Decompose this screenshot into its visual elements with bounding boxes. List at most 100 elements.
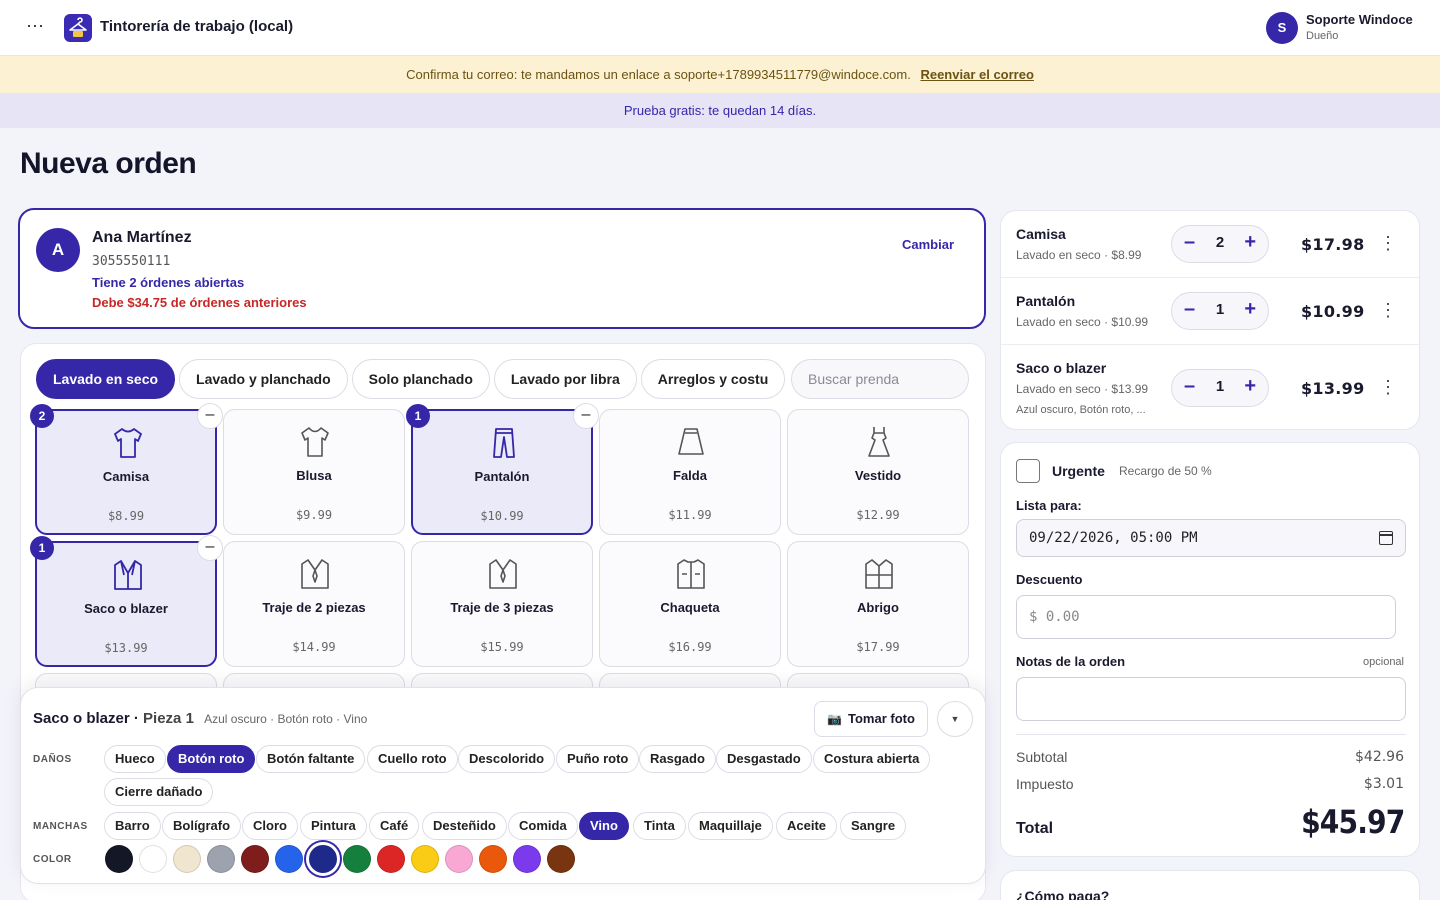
piece-detail-title: Saco o blazer · Pieza 1 Azul oscuro · Bo… xyxy=(33,710,368,727)
decrement-button[interactable]: – xyxy=(1184,298,1195,321)
increment-button[interactable]: + xyxy=(1244,298,1256,321)
color-swatch[interactable] xyxy=(275,845,303,873)
garment-price: $15.99 xyxy=(480,640,524,654)
order-item: Camisa Lavado en seco · $8.99 – 2 + $17.… xyxy=(1001,211,1419,278)
garment-tile-saco-blazer[interactable]: 1 – Saco o blazer $13.99 xyxy=(30,535,223,667)
garment-name: Blusa xyxy=(296,468,332,483)
color-swatch[interactable] xyxy=(411,845,439,873)
ready-date-label: Lista para: xyxy=(1016,498,1082,513)
payment-title: ¿Cómo paga? xyxy=(1016,888,1110,900)
more-horizontal-icon[interactable]: ⋯ xyxy=(26,16,45,37)
stain-chip[interactable]: Cloro xyxy=(242,812,298,840)
stain-chip[interactable]: Barro xyxy=(104,812,161,840)
garment-tile-pantalon[interactable]: 1 – Pantalón $10.99 xyxy=(406,403,599,535)
tab-lavado-en-seco[interactable]: Lavado en seco xyxy=(36,359,176,399)
damage-chip[interactable]: Puño roto xyxy=(556,745,640,773)
stain-chip[interactable]: Bolígrafo xyxy=(162,812,242,840)
payment-panel: ¿Cómo paga? xyxy=(1000,870,1420,900)
search-garment-input[interactable] xyxy=(791,359,969,399)
piece-item-name: Saco o blazer xyxy=(33,710,130,727)
decrement-button[interactable]: – xyxy=(197,535,223,561)
decrement-button[interactable]: – xyxy=(197,403,223,429)
service-tabs: Lavado en seco Lavado y planchado Solo pla… xyxy=(36,359,786,399)
decrement-button[interactable]: – xyxy=(573,403,599,429)
damage-chip[interactable]: Descolorido xyxy=(458,745,556,773)
chevron-down-icon[interactable]: ▼ xyxy=(937,701,973,737)
tab-arreglos[interactable]: Arreglos y costu xyxy=(640,359,786,399)
tab-lavado-por-libra[interactable]: Lavado por libra xyxy=(493,359,637,399)
more-vertical-icon[interactable]: ⋮ xyxy=(1379,233,1397,254)
suit-icon xyxy=(301,559,329,589)
garment-name: Traje de 2 piezas xyxy=(262,600,366,615)
app-logo-icon xyxy=(64,14,92,42)
user-name[interactable]: Soporte Windoce xyxy=(1306,12,1413,27)
stain-chip[interactable]: Pintura xyxy=(300,812,367,840)
garment-tile-chaqueta[interactable]: Chaqueta $16.99 xyxy=(599,541,781,667)
color-swatch[interactable] xyxy=(173,845,201,873)
damage-chip[interactable]: Hueco xyxy=(104,745,166,773)
stain-chip[interactable]: Aceite xyxy=(776,812,838,840)
color-swatch[interactable] xyxy=(105,845,133,873)
tab-lavado-y-planchado[interactable]: Lavado y planchado xyxy=(179,359,348,399)
damage-chip[interactable]: Costura abierta xyxy=(813,745,931,773)
email-confirm-banner: Confirma tu correo: te mandamos un enlac… xyxy=(0,56,1440,93)
color-swatch[interactable] xyxy=(513,845,541,873)
damage-chip[interactable]: Botón roto xyxy=(167,745,256,773)
color-swatch[interactable] xyxy=(306,842,340,876)
garment-tile-abrigo[interactable]: Abrigo $17.99 xyxy=(787,541,969,667)
color-swatch[interactable] xyxy=(547,845,575,873)
damage-chip[interactable]: Rasgado xyxy=(639,745,716,773)
order-item: Pantalón Lavado en seco · $10.99 – 1 + $… xyxy=(1001,278,1419,345)
garment-tile-blusa[interactable]: Blusa $9.99 xyxy=(223,409,405,535)
subtotal-label: Subtotal xyxy=(1016,749,1068,765)
stain-chip[interactable]: Comida xyxy=(508,812,578,840)
increment-button[interactable]: + xyxy=(1244,231,1256,254)
customer-open-orders[interactable]: Tiene 2 órdenes abiertas xyxy=(92,275,244,290)
damage-chip[interactable]: Cuello roto xyxy=(367,745,458,773)
resend-email-link[interactable]: Reenviar el correo xyxy=(920,67,1033,82)
color-swatch[interactable] xyxy=(377,845,405,873)
garment-tile-falda[interactable]: Falda $11.99 xyxy=(599,409,781,535)
garment-tile-vestido[interactable]: Vestido $12.99 xyxy=(787,409,969,535)
damage-chip[interactable]: Cierre dañado xyxy=(104,778,214,806)
garment-tile-traje-3[interactable]: Traje de 3 piezas $15.99 xyxy=(411,541,593,667)
decrement-button[interactable]: – xyxy=(1184,231,1195,254)
color-swatch[interactable] xyxy=(343,845,371,873)
increment-button[interactable]: + xyxy=(1244,375,1256,398)
color-swatch[interactable] xyxy=(445,845,473,873)
decrement-button[interactable]: – xyxy=(1184,375,1195,398)
pants-icon xyxy=(493,428,515,458)
tab-solo-planchado[interactable]: Solo planchado xyxy=(351,359,490,399)
stain-chip[interactable]: Maquillaje xyxy=(688,812,773,840)
color-swatch[interactable] xyxy=(479,845,507,873)
tax-label: Impuesto xyxy=(1016,776,1074,792)
calendar-icon[interactable] xyxy=(1379,531,1393,545)
count-badge: 1 xyxy=(30,536,54,560)
garment-tile-camisa[interactable]: 2 – Camisa $8.99 xyxy=(30,403,223,535)
take-photo-button[interactable]: 📷 Tomar foto xyxy=(814,701,928,737)
more-vertical-icon[interactable]: ⋮ xyxy=(1379,377,1397,398)
stain-chip[interactable]: Vino xyxy=(579,812,629,840)
order-notes-field[interactable] xyxy=(1016,677,1406,721)
count-badge: 2 xyxy=(30,404,54,428)
color-swatch[interactable] xyxy=(207,845,235,873)
urgent-checkbox[interactable] xyxy=(1016,459,1040,483)
damage-chip[interactable]: Botón faltante xyxy=(256,745,366,773)
change-customer-button[interactable]: Cambiar xyxy=(902,237,954,252)
discount-field[interactable]: $ 0.00 xyxy=(1016,595,1396,639)
stain-chip[interactable]: Café xyxy=(369,812,420,840)
order-item-name: Saco o blazer xyxy=(1016,360,1107,376)
color-swatch[interactable] xyxy=(241,845,269,873)
damage-chip[interactable]: Desgastado xyxy=(716,745,812,773)
stain-chip[interactable]: Sangre xyxy=(840,812,907,840)
stain-chip[interactable]: Tinta xyxy=(633,812,686,840)
ready-date-field[interactable]: 09/22/2026, 05:00 PM xyxy=(1016,519,1406,557)
piece-summary: Azul oscuro · Botón roto · Vino xyxy=(204,712,368,726)
order-item-service: Lavado en seco · $8.99 xyxy=(1016,248,1142,262)
more-vertical-icon[interactable]: ⋮ xyxy=(1379,300,1397,321)
stain-chip[interactable]: Desteñido xyxy=(422,812,507,840)
color-swatch[interactable] xyxy=(139,845,167,873)
user-avatar[interactable]: S xyxy=(1266,12,1298,44)
garment-tile-traje-2[interactable]: Traje de 2 piezas $14.99 xyxy=(223,541,405,667)
garment-price: $17.99 xyxy=(856,640,900,654)
